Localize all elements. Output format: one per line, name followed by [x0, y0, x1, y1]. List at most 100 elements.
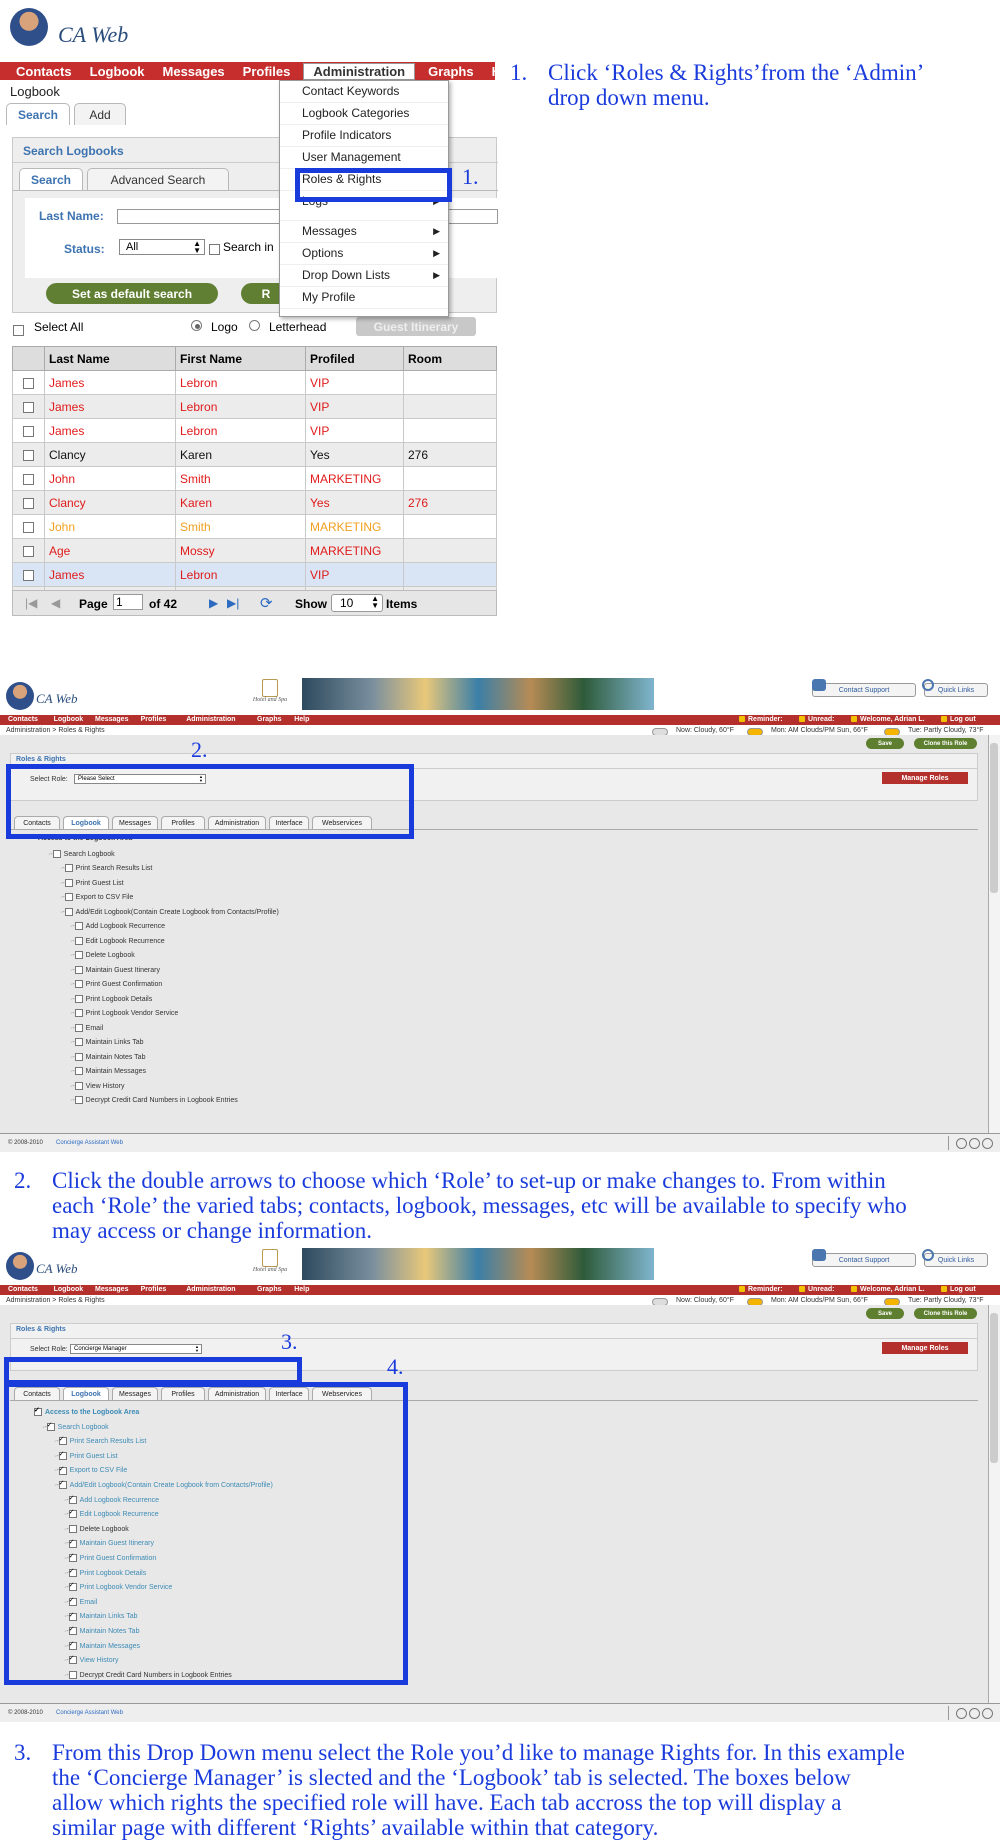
page-input[interactable]: 1 [113, 594, 143, 610]
show-select[interactable]: 10 ▲ ▼ [331, 594, 383, 612]
letterhead-radio[interactable] [249, 320, 260, 331]
permission-checkbox[interactable] [74, 951, 83, 960]
status-select[interactable]: All ▲ ▼ [119, 239, 205, 255]
nav-logbook[interactable]: Logbook [54, 716, 84, 723]
table-row[interactable]: JamesLebronVIP [12, 370, 497, 395]
row-checkbox[interactable] [12, 562, 45, 587]
permission-checkbox[interactable] [74, 965, 83, 974]
row-checkbox[interactable] [12, 370, 45, 395]
menu-item-profile-indicators[interactable]: Profile Indicators [280, 125, 448, 147]
table-row[interactable]: John Smith MARKETING [12, 514, 497, 539]
refresh-icon[interactable]: ⟳ [260, 594, 273, 612]
zoom-icon[interactable] [969, 1138, 980, 1149]
header-right-2[interactable]: Welcome, Adrian L. [860, 716, 925, 723]
settings-icon[interactable] [982, 1138, 993, 1149]
row-checkbox[interactable] [12, 514, 45, 539]
row-checkbox[interactable] [12, 418, 45, 443]
table-row[interactable]: Clancy Karen Yes 276 [12, 442, 497, 467]
permission-checkbox[interactable] [52, 849, 61, 858]
row-checkbox[interactable] [12, 538, 45, 563]
permission-checkbox[interactable] [74, 922, 83, 931]
permission-checkbox[interactable] [74, 1067, 83, 1076]
footer-link[interactable]: Concierge Assistant Web [56, 1140, 123, 1146]
table-row[interactable]: JamesLebronVIP [12, 394, 497, 419]
menu-item-my-profile[interactable]: My Profile [280, 287, 448, 309]
select-all-checkbox[interactable] [13, 322, 24, 340]
settings-icon[interactable] [982, 1708, 993, 1719]
table-row[interactable]: Clancy Karen Yes 276 [12, 490, 497, 515]
menu-item-options[interactable]: Options ▶ [280, 243, 448, 265]
row-checkbox[interactable] [12, 466, 45, 491]
nav-logbook[interactable]: Logbook [81, 64, 154, 79]
col-last-name[interactable]: Last Name [44, 346, 176, 371]
prev-page-icon[interactable]: ◀ [51, 596, 60, 610]
permission-checkbox[interactable] [64, 893, 73, 902]
set-default-search-button[interactable]: Set as default search [46, 283, 218, 304]
row-checkbox[interactable] [12, 442, 45, 467]
table-row[interactable]: JamesLebronVIP [12, 562, 497, 587]
first-page-icon[interactable]: |◀ [25, 596, 37, 610]
table-row[interactable]: John Smith MARKETING [12, 466, 497, 491]
table-row[interactable]: JamesLebronVIP [12, 418, 497, 443]
permission-checkbox[interactable] [64, 878, 73, 887]
menu-item-messages[interactable]: Messages ▶ [280, 221, 448, 243]
save-button[interactable]: Save [866, 1308, 904, 1319]
footer-link[interactable]: Concierge Assistant Web [56, 1710, 123, 1716]
nav-contacts[interactable]: Contacts [8, 1286, 38, 1293]
nav-contacts[interactable]: Contacts [0, 64, 81, 79]
menu-item-user-management[interactable]: User Management [280, 147, 448, 169]
header-right-3[interactable]: Log out [950, 1286, 976, 1293]
select-role-dropdown[interactable]: Concierge Manager ▲ ▼ [70, 1344, 202, 1354]
row-checkbox[interactable] [12, 490, 45, 515]
clone-role-button[interactable]: Clone this Role [914, 1308, 977, 1319]
scroll-thumb[interactable] [990, 743, 998, 893]
zoom-icon[interactable] [969, 1708, 980, 1719]
permission-checkbox[interactable] [64, 864, 73, 873]
permission-checkbox[interactable] [74, 1009, 83, 1018]
nav-profiles[interactable]: Profiles [234, 64, 300, 79]
manage-roles-button[interactable]: Manage Roles [882, 1342, 968, 1354]
nav-messages[interactable]: Messages [95, 1286, 128, 1293]
permission-checkbox[interactable] [64, 907, 73, 916]
nav-help[interactable]: Help [294, 1286, 309, 1293]
menu-item-contact-keywords[interactable]: Contact Keywords [280, 81, 448, 103]
nav-messages[interactable]: Messages [154, 64, 234, 79]
row-checkbox[interactable] [12, 394, 45, 419]
nav-administration[interactable]: Administration [186, 1286, 235, 1293]
permission-checkbox[interactable] [74, 994, 83, 1003]
nav-messages[interactable]: Messages [95, 716, 128, 723]
table-row[interactable]: Age Mossy MARKETING [12, 538, 497, 563]
nav-profiles[interactable]: Profiles [141, 716, 167, 723]
clone-role-button[interactable]: Clone this Role [914, 738, 977, 749]
search-in-checkbox[interactable] [209, 241, 220, 259]
logo-radio[interactable] [191, 320, 202, 331]
permission-checkbox[interactable] [74, 1052, 83, 1061]
clock-icon[interactable] [956, 1138, 967, 1149]
inner-tab-advanced-search[interactable]: Advanced Search [87, 168, 229, 190]
nav-profiles[interactable]: Profiles [141, 1286, 167, 1293]
last-page-icon[interactable]: ▶| [227, 596, 239, 610]
nav-administration[interactable]: Administration [186, 716, 235, 723]
menu-item-drop-down-lists[interactable]: Drop Down Lists ▶ [280, 265, 448, 287]
permission-checkbox[interactable] [74, 1081, 83, 1090]
permission-checkbox[interactable] [74, 980, 83, 989]
menu-item-logbook-categories[interactable]: Logbook Categories [280, 103, 448, 125]
permission-checkbox[interactable] [74, 1023, 83, 1032]
nav-graphs[interactable]: Graphs [257, 716, 282, 723]
scroll-thumb[interactable] [990, 1313, 998, 1463]
tab-add[interactable]: Add [74, 103, 126, 125]
inner-tab-search[interactable]: Search [19, 168, 83, 190]
contact-support-button[interactable]: Contact Support [812, 683, 916, 697]
guest-itinerary-button[interactable]: Guest Itinerary [356, 317, 476, 336]
manage-roles-button[interactable]: Manage Roles [882, 772, 968, 784]
col-first-name[interactable]: First Name [175, 346, 306, 371]
col-profiled[interactable]: Profiled [305, 346, 404, 371]
nav-graphs[interactable]: Graphs [419, 64, 483, 79]
permission-checkbox[interactable] [74, 936, 83, 945]
nav-help[interactable]: Help [294, 716, 309, 723]
nav-contacts[interactable]: Contacts [8, 716, 38, 723]
col-room[interactable]: Room [403, 346, 497, 371]
permission-checkbox[interactable] [74, 1096, 83, 1105]
save-button[interactable]: Save [866, 738, 904, 749]
nav-logbook[interactable]: Logbook [54, 1286, 84, 1293]
